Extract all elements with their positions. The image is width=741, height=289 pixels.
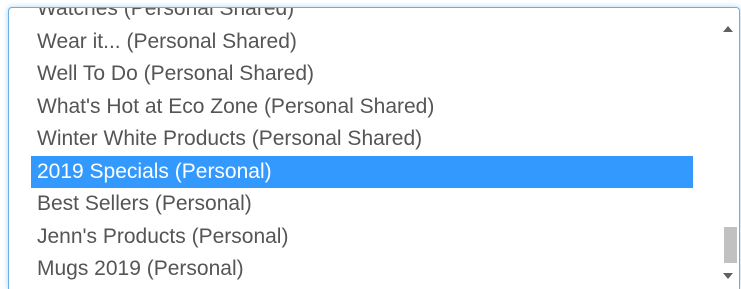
scroll-up-arrow-icon[interactable] — [723, 26, 733, 32]
vertical-scrollbar[interactable] — [717, 8, 739, 289]
option-list: Watches (Personal Shared) Wear it... (Pe… — [31, 8, 693, 286]
list-option[interactable]: What's Hot at Eco Zone (Personal Shared) — [31, 91, 693, 124]
list-option[interactable]: Winter White Products (Personal Shared) — [31, 123, 693, 156]
list-option-selected[interactable]: 2019 Specials (Personal) — [31, 155, 693, 188]
list-option[interactable]: Watches (Personal Shared) — [31, 8, 693, 26]
scroll-down-arrow-icon[interactable] — [723, 273, 733, 279]
list-option[interactable]: Best Sellers (Personal) — [31, 188, 693, 221]
scrollbar-thumb[interactable] — [724, 227, 737, 263]
product-list-select[interactable]: Watches (Personal Shared) Wear it... (Pe… — [8, 7, 740, 289]
list-option[interactable]: Wear it... (Personal Shared) — [31, 26, 693, 59]
list-option[interactable]: Mugs 2019 (Personal) — [31, 253, 693, 286]
list-option[interactable]: Jenn's Products (Personal) — [31, 221, 693, 254]
list-option[interactable]: Well To Do (Personal Shared) — [31, 58, 693, 91]
